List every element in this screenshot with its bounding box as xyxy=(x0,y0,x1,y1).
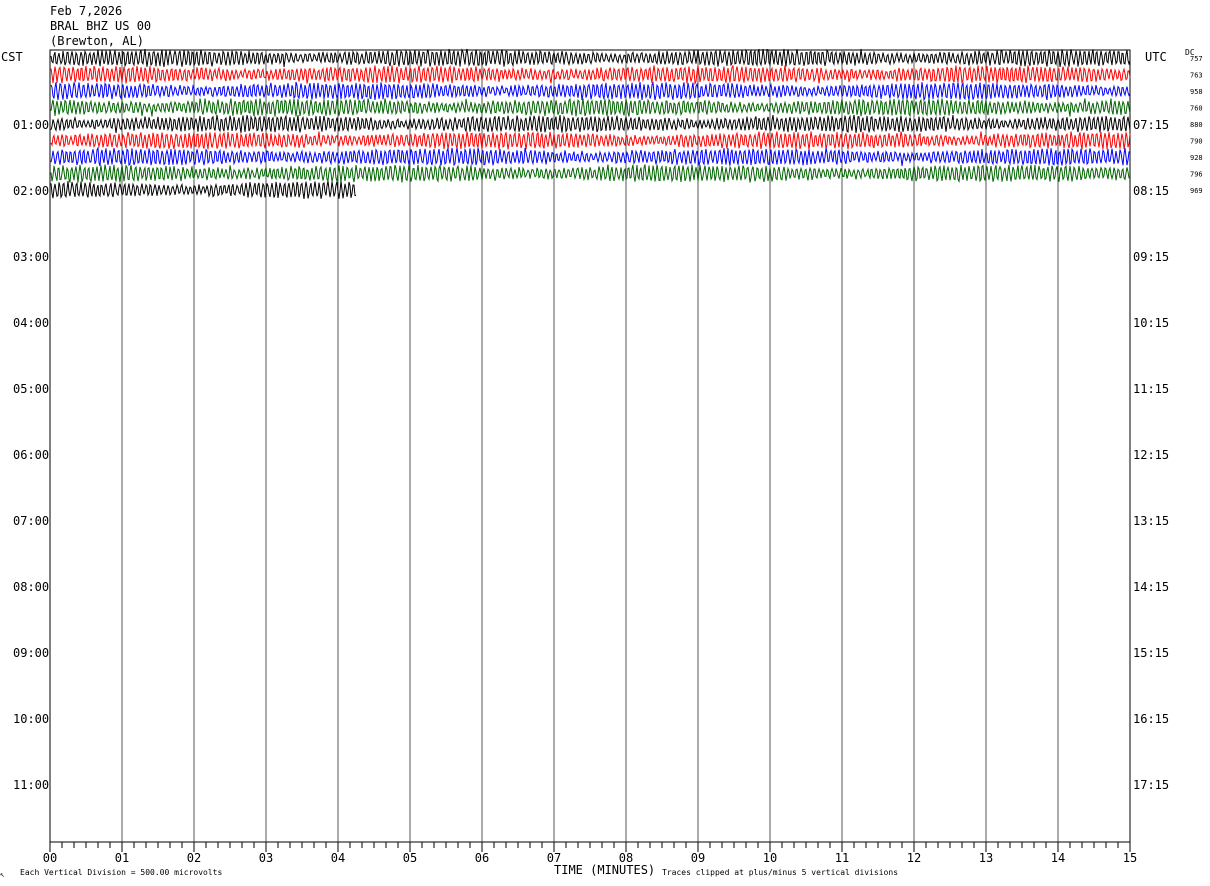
utc-hour-label: 17:15 xyxy=(1133,778,1169,792)
dc-offset-label: 796 xyxy=(1190,171,1203,179)
cst-hour-label: 07:00 xyxy=(13,514,49,528)
x-tick-label: 04 xyxy=(331,851,345,865)
trace-line xyxy=(50,163,1131,184)
cst-hour-label: 10:00 xyxy=(13,712,49,726)
cst-hour-label: 04:00 xyxy=(13,316,49,330)
helicorder-plot: 00 01 02 03 04 05 06 07 08 09 10 11 12 13 14 1501:0002:… xyxy=(13,48,1203,865)
utc-hour-label: 16:15 xyxy=(1133,712,1169,726)
corner-mark: ↖ xyxy=(0,870,5,879)
dc-offset-label: 969 xyxy=(1190,187,1203,195)
trace-line xyxy=(50,48,1131,68)
x-tick-label: 13 xyxy=(979,851,993,865)
trace-line xyxy=(50,81,1131,102)
trace-line xyxy=(50,64,1131,86)
dc-offset-label: 763 xyxy=(1190,72,1203,80)
x-tick-label: 15 xyxy=(1123,851,1137,865)
x-tick-label: 03 xyxy=(259,851,273,865)
utc-hour-label: 07:15 xyxy=(1133,118,1169,132)
utc-hour-label: 15:15 xyxy=(1133,646,1169,660)
trace-line xyxy=(50,180,356,200)
cst-hour-label: 11:00 xyxy=(13,778,49,792)
utc-hour-label: 08:15 xyxy=(1133,184,1169,198)
dc-offset-label: 928 xyxy=(1190,154,1203,162)
trace-line xyxy=(50,130,1131,150)
dc-offset-label: 880 xyxy=(1190,121,1203,129)
utc-hour-label: 12:15 xyxy=(1133,448,1169,462)
utc-hour-label: 13:15 xyxy=(1133,514,1169,528)
utc-hour-label: 10:15 xyxy=(1133,316,1169,330)
cst-hour-label: 08:00 xyxy=(13,580,49,594)
utc-hour-label: 11:15 xyxy=(1133,382,1169,396)
cst-hour-label: 09:00 xyxy=(13,646,49,660)
utc-hour-label: 14:15 xyxy=(1133,580,1169,594)
x-tick-label: 14 xyxy=(1051,851,1065,865)
x-tick-label: 11 xyxy=(835,851,849,865)
cst-hour-label: 06:00 xyxy=(13,448,49,462)
cst-hour-label: 02:00 xyxy=(13,184,49,198)
cst-hour-label: 03:00 xyxy=(13,250,49,264)
trace-line xyxy=(50,114,1131,134)
x-tick-label: 10 xyxy=(763,851,777,865)
x-tick-label: 00 xyxy=(43,851,57,865)
cst-hour-label: 01:00 xyxy=(13,118,49,132)
dc-offset-label: 757 xyxy=(1190,55,1203,63)
dc-offset-label: 790 xyxy=(1190,138,1203,146)
scale-note: Each Vertical Division = 500.00 microvol… xyxy=(20,868,223,877)
x-tick-label: 06 xyxy=(475,851,489,865)
utc-hour-label: 09:15 xyxy=(1133,250,1169,264)
cst-hour-label: 05:00 xyxy=(13,382,49,396)
x-tick-label: 09 xyxy=(691,851,705,865)
clip-note: Traces clipped at plus/minus 5 vertical … xyxy=(662,868,899,877)
dc-offset-label: 760 xyxy=(1190,105,1203,113)
x-tick-label: 12 xyxy=(907,851,921,865)
trace-line xyxy=(50,146,1130,167)
x-tick-label: 01 xyxy=(115,851,129,865)
trace-line xyxy=(50,97,1131,118)
dc-offset-label: 958 xyxy=(1190,88,1203,96)
x-tick-label: 02 xyxy=(187,851,201,865)
x-axis-label: TIME (MINUTES) xyxy=(554,863,656,877)
x-tick-label: 05 xyxy=(403,851,417,865)
